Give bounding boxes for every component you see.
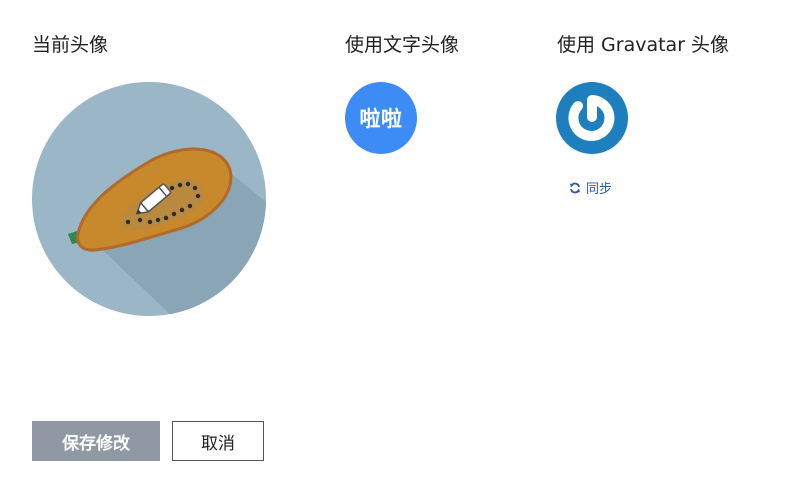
gravatar-title: 使用 Gravatar 头像 bbox=[557, 34, 730, 56]
current-avatar[interactable] bbox=[32, 82, 266, 316]
cancel-button[interactable]: 取消 bbox=[172, 421, 264, 461]
gravatar-avatar[interactable] bbox=[556, 82, 628, 154]
current-avatar-title: 当前头像 bbox=[32, 34, 109, 56]
gravatar-logo-icon bbox=[556, 82, 628, 154]
sync-gravatar-link[interactable]: 同步 bbox=[569, 178, 612, 197]
avatar-settings-page: 当前头像 使用文字头像 使用 Gravatar 头像 啦啦 同步 保存修改 取消 bbox=[0, 0, 804, 477]
text-avatar[interactable]: 啦啦 bbox=[345, 82, 417, 154]
refresh-icon bbox=[569, 182, 581, 194]
save-button[interactable]: 保存修改 bbox=[32, 421, 160, 461]
sync-label: 同步 bbox=[586, 182, 613, 197]
text-avatar-title: 使用文字头像 bbox=[345, 34, 460, 56]
papaya-icon bbox=[32, 82, 266, 316]
